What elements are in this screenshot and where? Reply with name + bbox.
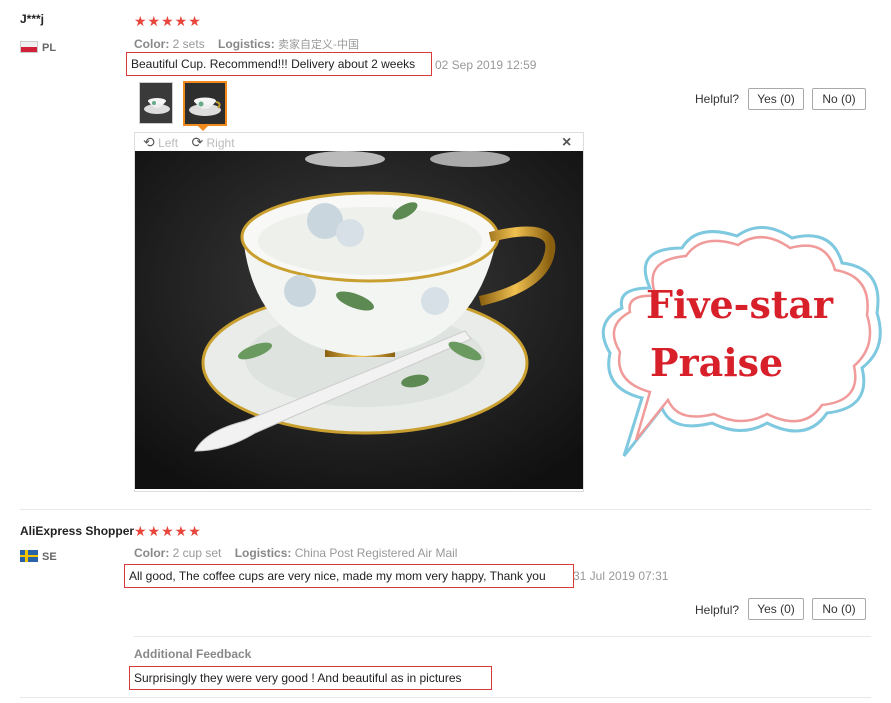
review-date: 02 Sep 2019 12:59 bbox=[435, 58, 537, 72]
color-value: 2 cup set bbox=[172, 546, 222, 560]
review-photo-large bbox=[135, 151, 583, 489]
cloud-line-2: Praise bbox=[650, 340, 784, 385]
star-rating: ★★★★★ bbox=[134, 13, 202, 29]
helpful-label: Helpful? bbox=[695, 92, 740, 106]
review-photo-thumb-selected[interactable] bbox=[183, 81, 227, 126]
divider bbox=[134, 636, 871, 637]
viewer-toolbar: ⟲ Left ⟳ Right bbox=[143, 134, 235, 151]
helpful-label: Helpful? bbox=[695, 603, 740, 617]
divider bbox=[20, 697, 871, 698]
helpful-no-button[interactable]: No (0) bbox=[812, 598, 866, 620]
review-text: All good, The coffee cups are very nice,… bbox=[124, 564, 574, 588]
sweden-flag-icon bbox=[20, 550, 38, 562]
selected-indicator bbox=[198, 126, 208, 131]
close-icon[interactable]: × bbox=[562, 134, 571, 152]
review-text: Beautiful Cup. Recommend!!! Delivery abo… bbox=[126, 52, 432, 76]
reviewer-name: J***j bbox=[20, 12, 45, 26]
review-date: 31 Jul 2019 07:31 bbox=[573, 569, 669, 583]
cloud-line-1: Five-star bbox=[646, 282, 834, 327]
logistics-label: Logistics: bbox=[218, 37, 275, 51]
logistics-label: Logistics: bbox=[234, 546, 292, 560]
logistics-value: China Post Registered Air Mail bbox=[294, 546, 458, 560]
country-code: SE bbox=[42, 551, 57, 563]
helpful-yes-button[interactable]: Yes (0) bbox=[748, 88, 804, 110]
color-label: Color: bbox=[134, 546, 170, 560]
logistics-value: 卖家自定义-中国 bbox=[278, 38, 360, 51]
reviewer-name: AliExpress Shopper bbox=[20, 524, 135, 538]
review-photo-thumb[interactable] bbox=[139, 82, 173, 124]
rotate-right-control[interactable]: ⟳ Right bbox=[191, 134, 235, 150]
order-info: Color: 2 sets Logistics: 卖家自定义-中国 bbox=[134, 36, 359, 52]
additional-feedback-title: Additional Feedback bbox=[134, 647, 252, 661]
teacup-photo bbox=[135, 151, 583, 489]
cup-photo-icon bbox=[140, 83, 172, 123]
star-rating: ★★★★★ bbox=[134, 523, 202, 539]
rotate-left-control[interactable]: ⟲ Left bbox=[143, 134, 179, 150]
color-label: Color: bbox=[134, 37, 170, 51]
helpful-no-button[interactable]: No (0) bbox=[812, 88, 866, 110]
rotate-right-label: Right bbox=[206, 136, 235, 150]
helpful-yes-button[interactable]: Yes (0) bbox=[748, 598, 804, 620]
reviewer-country: PL bbox=[20, 38, 56, 56]
cup-photo-icon bbox=[185, 83, 225, 124]
rotate-left-label: Left bbox=[158, 136, 179, 150]
five-star-praise-badge: Five-star Praise bbox=[592, 218, 888, 464]
order-info: Color: 2 cup set Logistics: China Post R… bbox=[134, 546, 457, 560]
reviewer-country: SE bbox=[20, 547, 57, 565]
color-value: 2 sets bbox=[172, 37, 205, 51]
rotate-right-icon: ⟳ bbox=[191, 134, 204, 150]
additional-feedback-text: Surprisingly they were very good ! And b… bbox=[129, 666, 492, 690]
country-code: PL bbox=[42, 42, 57, 54]
rotate-left-icon: ⟲ bbox=[143, 134, 155, 150]
poland-flag-icon bbox=[20, 41, 38, 53]
divider bbox=[20, 509, 871, 510]
